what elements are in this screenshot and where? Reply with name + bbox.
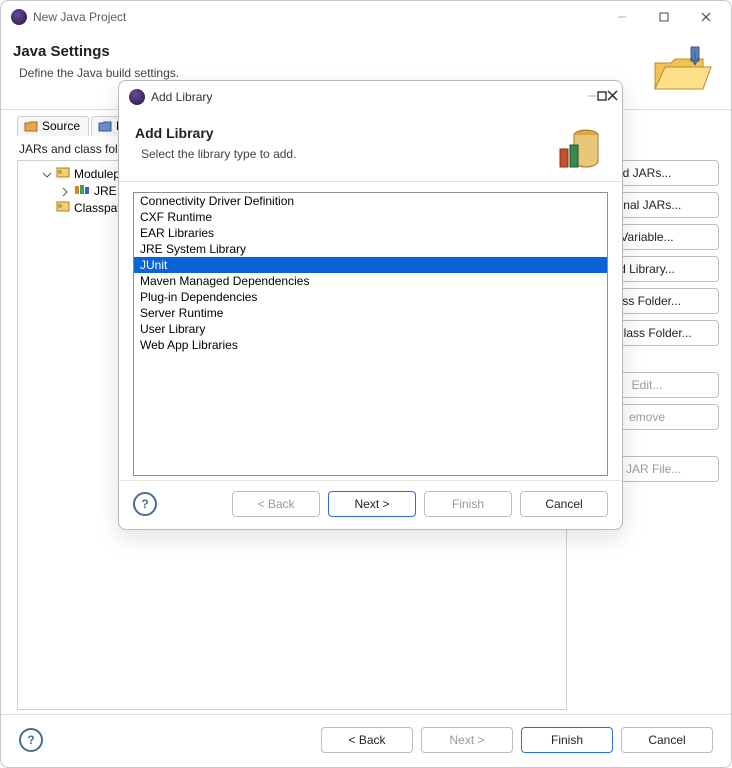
classpath-icon bbox=[56, 200, 70, 215]
cancel-button[interactable]: Cancel bbox=[621, 727, 713, 753]
eclipse-icon bbox=[129, 89, 145, 105]
wizard-subtitle: Define the Java build settings. bbox=[19, 66, 649, 80]
eclipse-icon bbox=[11, 9, 27, 25]
library-list-item[interactable]: Plug-in Dependencies bbox=[134, 289, 607, 305]
library-list-item[interactable]: Web App Libraries bbox=[134, 337, 607, 353]
library-list-item[interactable]: Maven Managed Dependencies bbox=[134, 273, 607, 289]
library-list-item[interactable]: Connectivity Driver Definition bbox=[134, 193, 607, 209]
help-button[interactable]: ? bbox=[19, 728, 43, 752]
finish-button[interactable]: Finish bbox=[521, 727, 613, 753]
library-jar-icon bbox=[552, 121, 606, 171]
close-button[interactable] bbox=[685, 3, 727, 31]
library-list-item[interactable]: JUnit bbox=[134, 257, 607, 273]
library-list-item[interactable]: User Library bbox=[134, 321, 607, 337]
minimize-button bbox=[601, 3, 643, 31]
library-list-item[interactable]: CXF Runtime bbox=[134, 209, 607, 225]
dialog-back-button: < Back bbox=[232, 491, 320, 517]
dialog-minimize-button bbox=[587, 90, 597, 104]
maximize-button[interactable] bbox=[643, 3, 685, 31]
twisty-placeholder bbox=[42, 203, 52, 213]
collapsed-twisty-icon[interactable] bbox=[60, 186, 70, 196]
tab-label: Source bbox=[42, 119, 80, 133]
add-library-dialog: Add Library Add Library Select the libra… bbox=[118, 80, 623, 530]
expanded-twisty-icon[interactable] bbox=[42, 169, 52, 179]
wizard-title: Java Settings bbox=[13, 43, 649, 60]
dialog-titlebar: Add Library bbox=[119, 81, 622, 113]
back-button[interactable]: < Back bbox=[321, 727, 413, 753]
library-list-item[interactable]: JRE System Library bbox=[134, 241, 607, 257]
dialog-title: Add Library bbox=[145, 90, 587, 104]
dialog-finish-button: Finish bbox=[424, 491, 512, 517]
dialog-cancel-button[interactable]: Cancel bbox=[520, 491, 608, 517]
library-list-item[interactable]: Server Runtime bbox=[134, 305, 607, 321]
source-folder-icon bbox=[24, 119, 38, 133]
dialog-header-subtitle: Select the library type to add. bbox=[141, 147, 552, 161]
wizard-footer: ? < Back Next > Finish Cancel bbox=[1, 714, 731, 767]
dialog-close-button[interactable] bbox=[607, 90, 618, 104]
library-list-item[interactable]: EAR Libraries bbox=[134, 225, 607, 241]
dialog-help-button[interactable]: ? bbox=[133, 492, 157, 516]
main-window-title: New Java Project bbox=[27, 10, 601, 24]
dialog-header: Add Library Select the library type to a… bbox=[119, 113, 622, 182]
modulepath-icon bbox=[56, 166, 70, 181]
next-button: Next > bbox=[421, 727, 513, 753]
dialog-next-button[interactable]: Next > bbox=[328, 491, 416, 517]
main-titlebar: New Java Project bbox=[1, 1, 731, 33]
library-type-list[interactable]: Connectivity Driver DefinitionCXF Runtim… bbox=[133, 192, 608, 476]
folder-wizard-icon bbox=[649, 41, 713, 99]
tab-source[interactable]: Source bbox=[17, 116, 89, 136]
library-icon bbox=[74, 183, 90, 198]
dialog-footer: ? < Back Next > Finish Cancel bbox=[119, 480, 622, 529]
dialog-maximize-button[interactable] bbox=[597, 90, 607, 104]
dialog-header-title: Add Library bbox=[135, 125, 552, 141]
projects-icon bbox=[98, 119, 112, 133]
